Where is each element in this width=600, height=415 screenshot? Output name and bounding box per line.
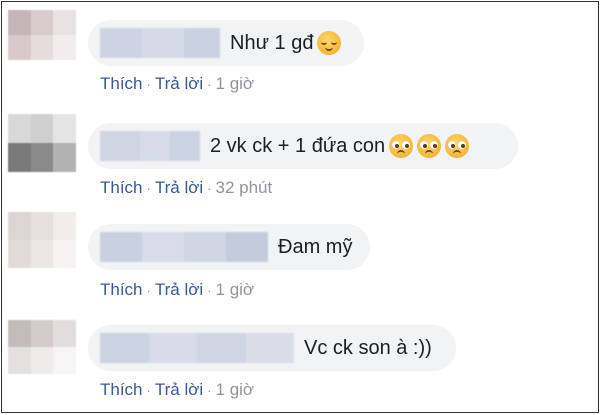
pleading-face-icon bbox=[445, 134, 470, 158]
comment-bubble: Vc ck son à :)) bbox=[88, 325, 456, 371]
comment-bubble: Đam mỹ bbox=[88, 224, 370, 270]
comment-text: Vc ck son à :)) bbox=[304, 336, 432, 359]
separator-dot: · bbox=[146, 77, 151, 92]
like-button[interactable]: Thích bbox=[100, 178, 143, 197]
reply-button[interactable]: Trả lời bbox=[155, 380, 203, 399]
reply-button[interactable]: Trả lời bbox=[155, 280, 203, 299]
avatar[interactable] bbox=[8, 212, 76, 268]
relieved-face-icon bbox=[317, 31, 342, 55]
commenter-name-blurred[interactable] bbox=[100, 131, 200, 161]
comment-actions: Thích · Trả lời · 1 giờ bbox=[100, 380, 254, 400]
commenter-name-blurred[interactable] bbox=[100, 232, 268, 262]
reply-button[interactable]: Trả lời bbox=[155, 74, 203, 93]
avatar[interactable] bbox=[8, 114, 76, 172]
comment-bubble: Như 1 gđ bbox=[88, 20, 364, 66]
separator-dot: · bbox=[207, 283, 212, 298]
timestamp-link[interactable]: 32 phút bbox=[216, 178, 273, 197]
comment-text: 2 vk ck + 1 đứa con bbox=[210, 134, 386, 157]
separator-dot: · bbox=[207, 181, 212, 196]
separator-dot: · bbox=[207, 383, 212, 398]
like-button[interactable]: Thích bbox=[100, 380, 143, 399]
comment-thread: Như 1 gđ Thích · Trả lời · 1 giờ 2 vk ck + 1… bbox=[1, 1, 599, 413]
timestamp-link[interactable]: 1 giờ bbox=[216, 280, 255, 299]
commenter-name-blurred[interactable] bbox=[100, 333, 294, 363]
comment-text: Như 1 gđ bbox=[230, 31, 314, 54]
pleading-face-icon bbox=[417, 134, 442, 158]
separator-dot: · bbox=[146, 283, 151, 298]
like-button[interactable]: Thích bbox=[100, 74, 143, 93]
comment-bubble: 2 vk ck + 1 đứa con bbox=[88, 123, 518, 169]
pleading-face-icon bbox=[389, 134, 414, 158]
reply-button[interactable]: Trả lời bbox=[155, 178, 203, 197]
separator-dot: · bbox=[146, 181, 151, 196]
comment-actions: Thích · Trả lời · 1 giờ bbox=[100, 280, 254, 300]
avatar[interactable] bbox=[8, 10, 76, 60]
comment-actions: Thích · Trả lời · 1 giờ bbox=[100, 74, 254, 94]
comment-actions: Thích · Trả lời · 32 phút bbox=[100, 178, 272, 198]
separator-dot: · bbox=[207, 77, 212, 92]
timestamp-link[interactable]: 1 giờ bbox=[216, 74, 255, 93]
avatar[interactable] bbox=[8, 320, 76, 374]
timestamp-link[interactable]: 1 giờ bbox=[216, 380, 255, 399]
separator-dot: · bbox=[146, 383, 151, 398]
like-button[interactable]: Thích bbox=[100, 280, 143, 299]
commenter-name-blurred[interactable] bbox=[100, 28, 220, 58]
comment-text: Đam mỹ bbox=[278, 235, 353, 258]
